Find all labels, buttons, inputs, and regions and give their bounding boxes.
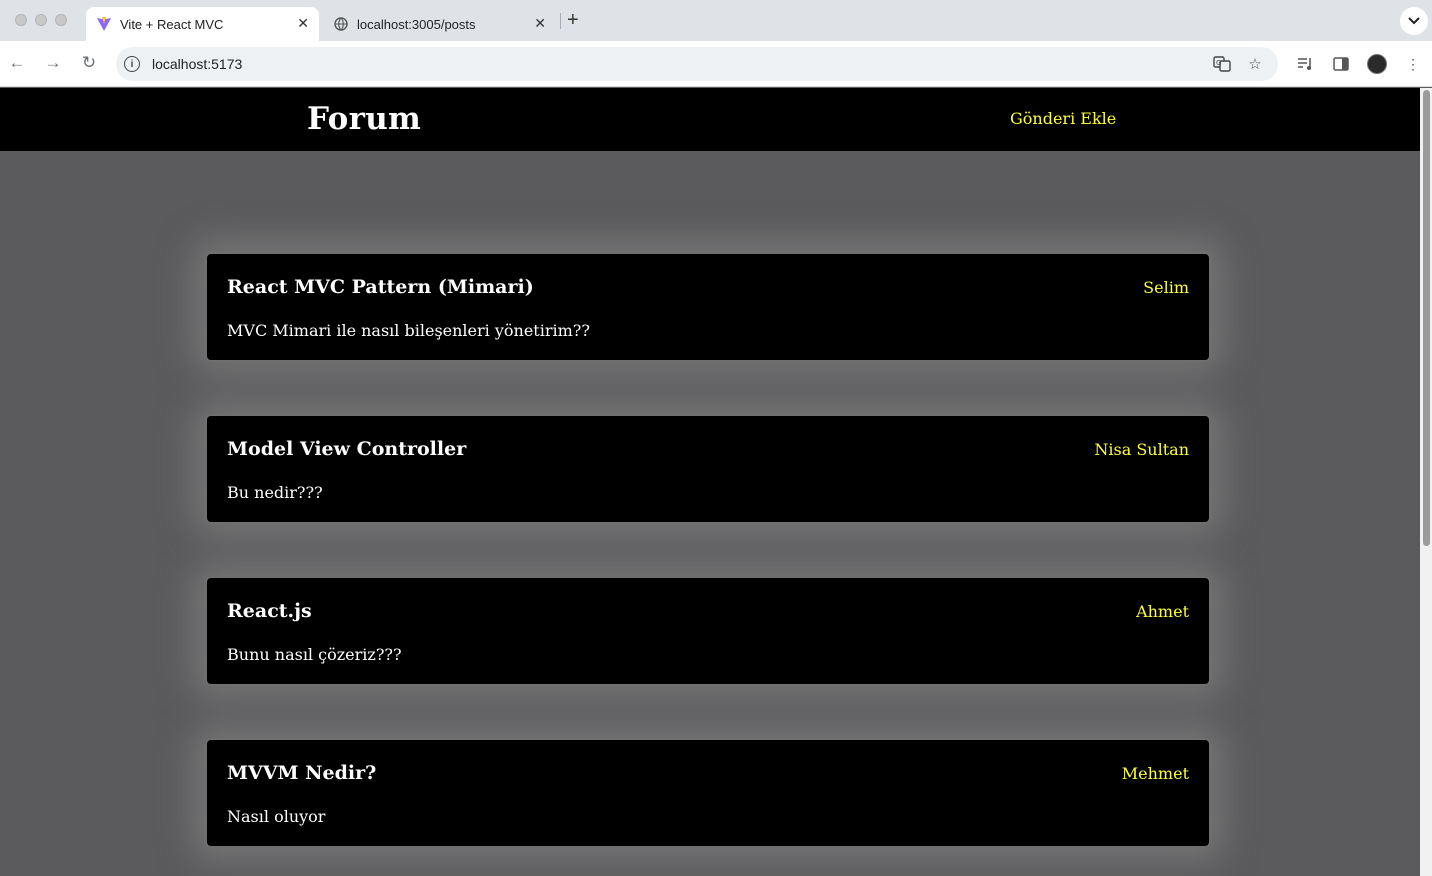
browser-toolbar: ← → ↻ i localhost:5173 G ☆ ⋮	[0, 41, 1432, 87]
globe-icon	[333, 16, 349, 32]
side-panel-icon[interactable]	[1332, 55, 1350, 73]
page-scrollbar[interactable]	[1420, 88, 1432, 876]
page-viewport: Forum Gönderi Ekle React MVC Pattern (Mi…	[0, 88, 1420, 876]
reading-list-icon[interactable]	[1296, 55, 1314, 73]
tab-search-chevron-icon[interactable]	[1400, 7, 1428, 35]
brand-logo-text[interactable]: Forum	[307, 101, 421, 137]
back-arrow-icon[interactable]: ←	[7, 53, 27, 73]
post-author: Ahmet	[1136, 602, 1189, 621]
post-card[interactable]: React MVC Pattern (Mimari) Selim MVC Mim…	[205, 252, 1211, 362]
browser-tab-bar: Vite + React MVC ✕ localhost:3005/posts …	[0, 0, 1432, 41]
svg-text:G: G	[1216, 59, 1221, 67]
post-body: Bu nedir???	[227, 483, 323, 502]
tab-vite-react[interactable]: Vite + React MVC ✕	[86, 7, 319, 41]
post-body: Bunu nasıl çözeriz???	[227, 645, 402, 664]
address-bar[interactable]: i localhost:5173 G ☆	[116, 47, 1278, 81]
post-card[interactable]: React.js Ahmet Bunu nasıl çözeriz???	[205, 576, 1211, 686]
post-title: MVVM Nedir?	[227, 762, 377, 784]
tab-label: localhost:3005/posts	[357, 16, 476, 32]
tab-label: Vite + React MVC	[120, 16, 224, 32]
tab-posts[interactable]: localhost:3005/posts ✕	[323, 7, 556, 41]
post-body: MVC Mimari ile nasıl bileşenleri yönetir…	[227, 321, 590, 340]
window-minimize-dot[interactable]	[35, 14, 47, 26]
site-navbar: Forum Gönderi Ekle	[0, 88, 1420, 151]
post-title: React MVC Pattern (Mimari)	[227, 276, 534, 298]
post-title: React.js	[227, 600, 312, 622]
post-author: Nisa Sultan	[1094, 440, 1189, 459]
site-info-icon[interactable]: i	[124, 56, 140, 72]
tab-separator	[560, 13, 561, 29]
forward-arrow-icon[interactable]: →	[43, 53, 63, 73]
add-post-link[interactable]: Gönderi Ekle	[1010, 109, 1116, 128]
post-card[interactable]: Model View Controller Nisa Sultan Bu ned…	[205, 414, 1211, 524]
kebab-menu-icon[interactable]: ⋮	[1404, 55, 1422, 73]
window-close-dot[interactable]	[15, 14, 27, 26]
post-author: Selim	[1143, 278, 1189, 297]
post-body: Nasıl oluyor	[227, 807, 326, 826]
window-zoom-dot[interactable]	[55, 14, 67, 26]
translate-icon[interactable]: G	[1213, 55, 1231, 73]
close-icon[interactable]: ✕	[534, 15, 546, 32]
new-tab-plus-icon[interactable]: +	[567, 10, 579, 30]
profile-avatar[interactable]	[1367, 54, 1387, 74]
post-card[interactable]: MVVM Nedir? Mehmet Nasıl oluyor	[205, 738, 1211, 848]
post-title: Model View Controller	[227, 438, 467, 460]
close-icon[interactable]: ✕	[297, 15, 309, 32]
scrollbar-thumb[interactable]	[1423, 90, 1430, 546]
reload-icon[interactable]: ↻	[79, 53, 99, 73]
post-author: Mehmet	[1121, 764, 1189, 783]
vite-logo-icon	[96, 16, 112, 32]
address-url[interactable]: localhost:5173	[152, 56, 242, 72]
bookmark-star-icon[interactable]: ☆	[1246, 55, 1264, 73]
